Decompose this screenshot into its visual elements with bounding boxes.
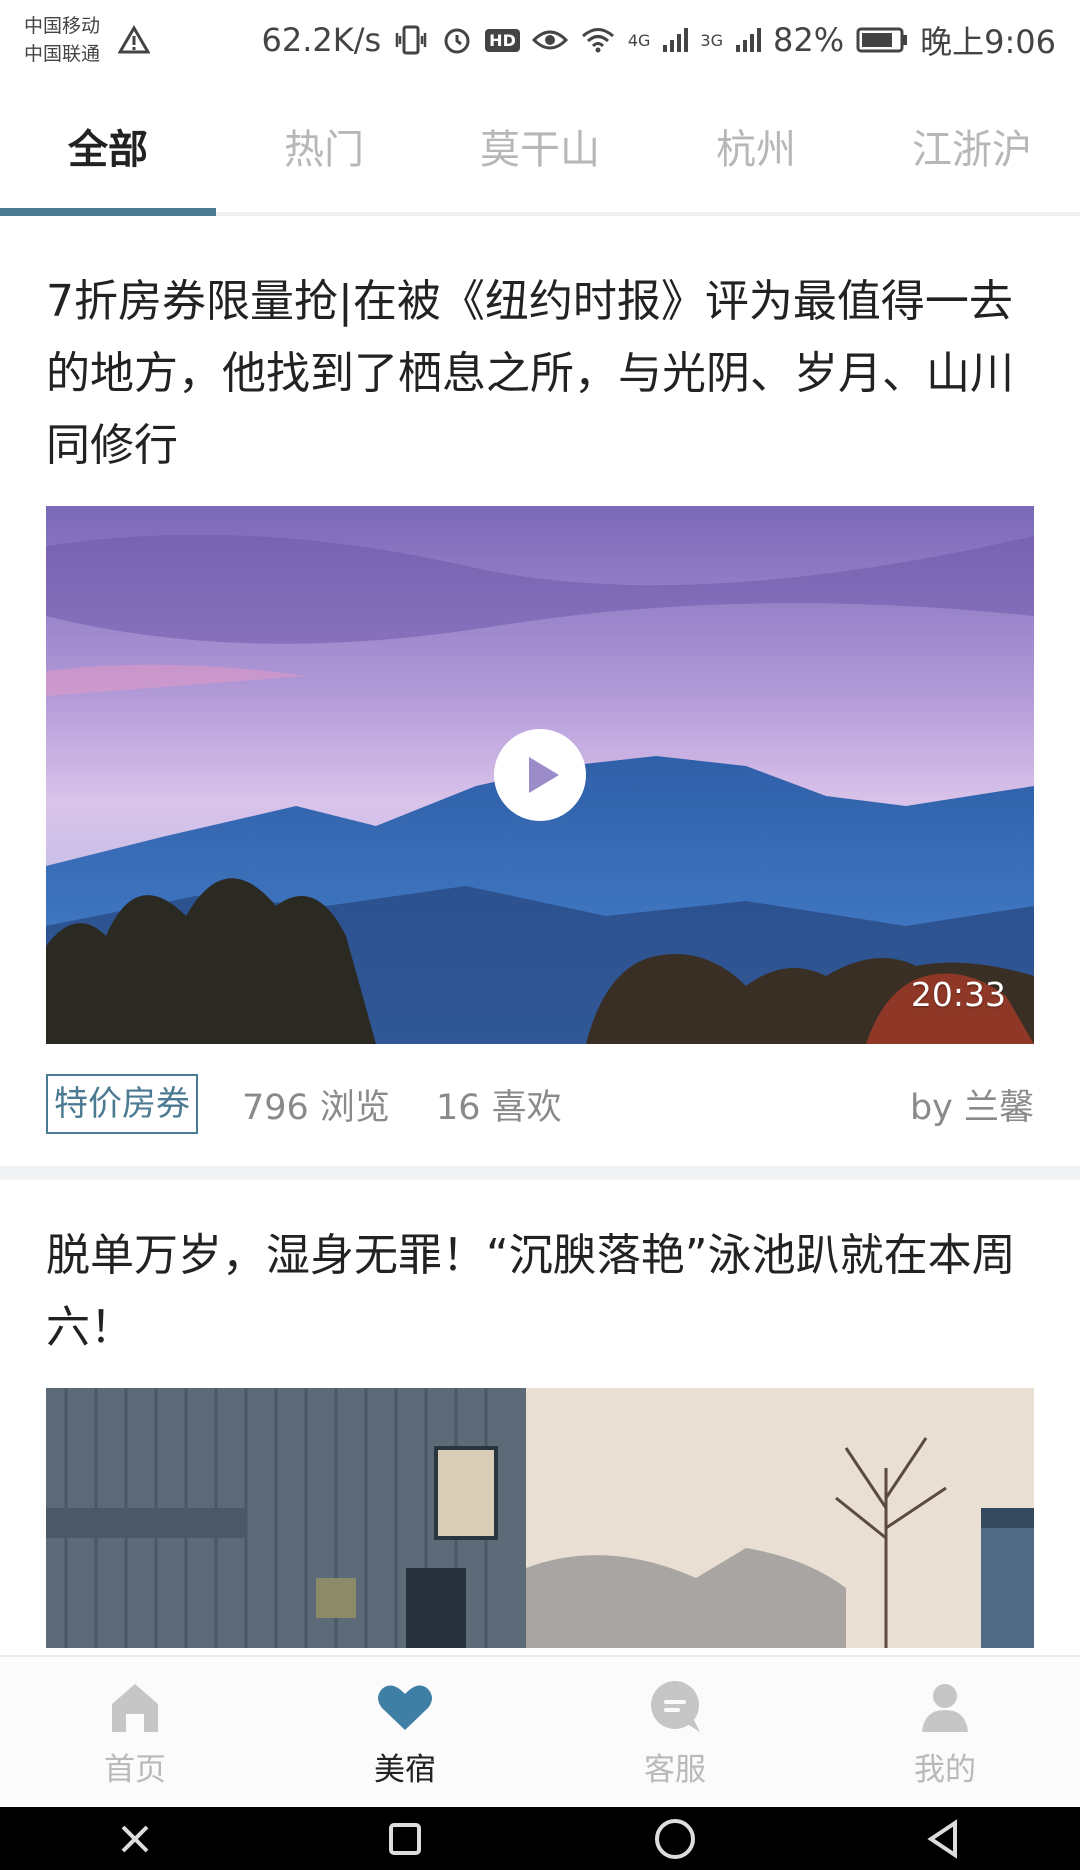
network-3g: 3G <box>700 30 723 50</box>
status-left: 中国移动 中国联通 <box>24 12 151 68</box>
feed-card[interactable]: 7折房券限量抢|在被《纽约时报》评为最值得一去的地方，他找到了栖息之所，与光阴、… <box>0 216 1080 1166</box>
home-button[interactable] <box>645 1814 705 1864</box>
container-house-image <box>46 1388 1034 1648</box>
battery-icon <box>856 27 908 53</box>
signal-icon-2 <box>735 27 761 53</box>
clock: 晚上9:06 <box>920 23 1056 61</box>
carrier-2: 中国联通 <box>24 43 101 65</box>
vibrate-icon <box>393 24 429 56</box>
recent-apps-button[interactable] <box>375 1814 435 1864</box>
nav-hotels[interactable]: 美宿 <box>270 1657 540 1807</box>
like-count: 16 喜欢 <box>435 1087 562 1128</box>
nav-profile-label: 我的 <box>914 1751 976 1788</box>
home-icon <box>112 1683 158 1732</box>
author[interactable]: by 兰馨 <box>910 1079 1034 1130</box>
network-speed: 62.2K/s <box>261 21 382 59</box>
status-bar: 中国移动 中国联通 62.2K/s HD 4G 3G 82% 晚上9:06 <box>0 0 1080 80</box>
video-thumbnail[interactable]: 20:33 <box>46 506 1034 1044</box>
feed-list: 7折房券限量抢|在被《纽约时报》评为最值得一去的地方，他找到了栖息之所，与光阴、… <box>0 216 1080 1680</box>
category-tabs: 全部 热门 莫干山 杭州 江浙沪 <box>0 80 1080 216</box>
back-button[interactable] <box>915 1814 975 1864</box>
video-duration: 20:33 <box>910 975 1006 1014</box>
card-title[interactable]: 7折房券限量抢|在被《纽约时报》评为最值得一去的地方，他找到了栖息之所，与光阴、… <box>46 266 1034 482</box>
nav-profile[interactable]: 我的 <box>810 1657 1080 1807</box>
carrier-1: 中国移动 <box>24 15 101 37</box>
chat-icon <box>651 1680 700 1732</box>
tab-hot[interactable]: 热门 <box>216 80 432 212</box>
bottom-navigation: 首页 美宿 客服 我的 <box>0 1655 1080 1807</box>
view-count: 796 浏览 <box>242 1087 390 1128</box>
hd-label: HD <box>489 30 516 50</box>
play-button[interactable] <box>494 729 586 821</box>
tab-hangzhou[interactable]: 杭州 <box>648 80 864 212</box>
system-navigation-bar <box>0 1807 1080 1870</box>
play-icon <box>529 757 559 793</box>
tab-jiangzhehu[interactable]: 江浙沪 <box>864 80 1080 212</box>
heart-icon <box>378 1684 432 1730</box>
alarm-icon <box>441 24 473 56</box>
status-right: 62.2K/s HD 4G 3G 82% 晚上9:06 <box>261 17 1056 63</box>
tab-all[interactable]: 全部 <box>0 80 216 216</box>
eye-icon <box>531 28 568 52</box>
nav-service[interactable]: 客服 <box>540 1657 810 1807</box>
card-meta: 特价房券 796 浏览 16 喜欢 by 兰馨 <box>46 1074 1034 1134</box>
nav-hotels-label: 美宿 <box>374 1751 436 1788</box>
nav-home-label: 首页 <box>104 1751 166 1788</box>
circle-icon <box>655 1818 695 1859</box>
close-icon <box>121 1825 149 1852</box>
card-separator <box>0 1166 1080 1180</box>
cover-image[interactable] <box>46 1388 1034 1648</box>
feed-card[interactable]: 脱单万岁，湿身无罪！“沉腴落艳”泳池趴就在本周六！ <box>0 1180 1080 1680</box>
hd-icon: HD <box>485 28 520 52</box>
person-icon <box>922 1683 968 1732</box>
nav-home[interactable]: 首页 <box>0 1657 270 1807</box>
tab-moganshan[interactable]: 莫干山 <box>432 80 648 212</box>
nav-service-label: 客服 <box>644 1751 706 1788</box>
deal-tag[interactable]: 特价房券 <box>46 1074 198 1134</box>
carrier-info: 中国移动 中国联通 <box>24 12 100 68</box>
square-icon <box>389 1822 421 1855</box>
warning-icon <box>118 25 151 55</box>
signal-icon-1 <box>662 27 689 53</box>
dismiss-keyboard-button[interactable] <box>105 1814 165 1864</box>
battery-percent: 82% <box>773 21 845 59</box>
back-triangle-icon <box>927 1818 957 1859</box>
network-4g: 4G <box>627 30 651 50</box>
card-title[interactable]: 脱单万岁，湿身无罪！“沉腴落艳”泳池趴就在本周六！ <box>46 1220 1034 1364</box>
wifi-icon <box>580 26 616 54</box>
